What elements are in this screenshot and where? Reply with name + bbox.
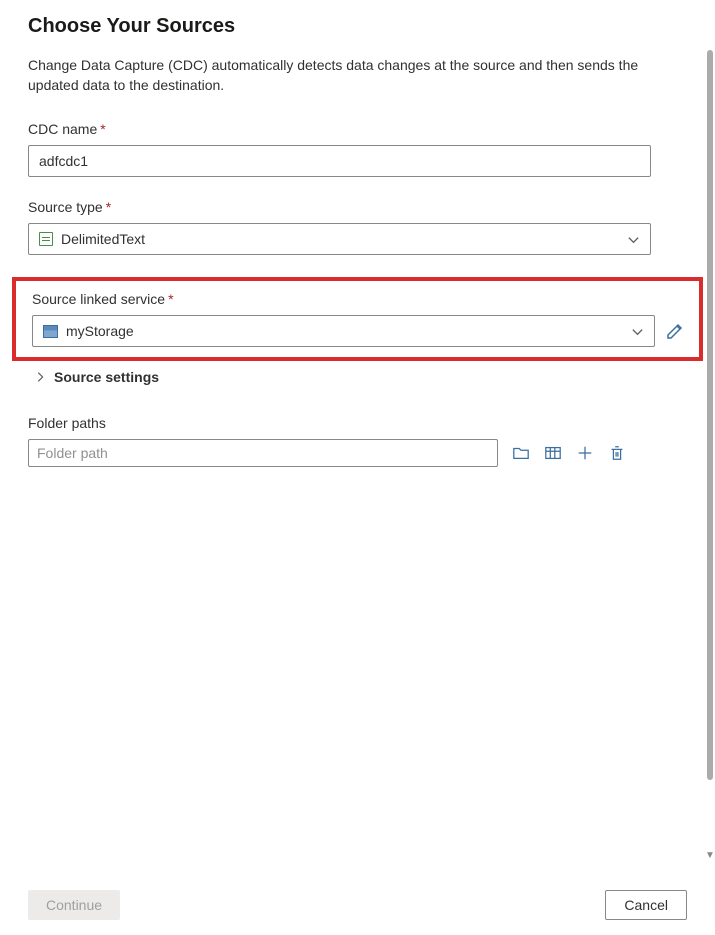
scrollbar-thumb[interactable] (707, 50, 713, 780)
page-description: Change Data Capture (CDC) automatically … (28, 56, 668, 95)
required-marker: * (106, 199, 111, 215)
source-settings-label: Source settings (54, 369, 159, 385)
folder-paths-label: Folder paths (28, 415, 687, 431)
linked-service-value: myStorage (66, 323, 623, 339)
label-text: Source linked service (32, 291, 165, 307)
source-type-label: Source type* (28, 199, 687, 215)
source-type-select[interactable]: DelimitedText (28, 223, 651, 255)
scrollbar[interactable] (705, 50, 715, 855)
page-title: Choose Your Sources (28, 15, 687, 38)
add-icon[interactable] (576, 444, 594, 462)
label-text: CDC name (28, 121, 97, 137)
continue-button[interactable]: Continue (28, 890, 120, 920)
folder-paths-field: Folder paths (28, 415, 687, 467)
cancel-button[interactable]: Cancel (605, 890, 687, 920)
source-settings-expander[interactable]: Source settings (28, 369, 687, 385)
browse-folder-icon[interactable] (512, 444, 530, 462)
label-text: Source type (28, 199, 103, 215)
schema-icon[interactable] (544, 444, 562, 462)
edit-icon[interactable] (665, 321, 685, 341)
required-marker: * (168, 291, 173, 307)
form-content: Choose Your Sources Change Data Capture … (0, 0, 715, 870)
storage-icon (43, 325, 58, 338)
cdc-name-input[interactable] (28, 145, 651, 177)
cdc-name-label: CDC name* (28, 121, 687, 137)
source-type-field: Source type* DelimitedText (28, 199, 687, 255)
linked-service-select[interactable]: myStorage (32, 315, 655, 347)
chevron-down-icon (631, 325, 644, 338)
chevron-right-icon (34, 371, 46, 383)
source-type-value: DelimitedText (61, 231, 619, 247)
chevron-down-icon (627, 233, 640, 246)
scroll-down-arrow[interactable]: ▼ (705, 850, 715, 860)
delete-icon[interactable] (608, 444, 626, 462)
linked-service-label: Source linked service* (32, 291, 691, 307)
footer: Continue Cancel (0, 875, 715, 935)
cdc-name-field: CDC name* (28, 121, 687, 177)
required-marker: * (100, 121, 105, 137)
linked-service-highlight: Source linked service* myStorage (12, 277, 703, 361)
delimitedtext-icon (39, 232, 53, 246)
folder-path-input[interactable] (28, 439, 498, 467)
